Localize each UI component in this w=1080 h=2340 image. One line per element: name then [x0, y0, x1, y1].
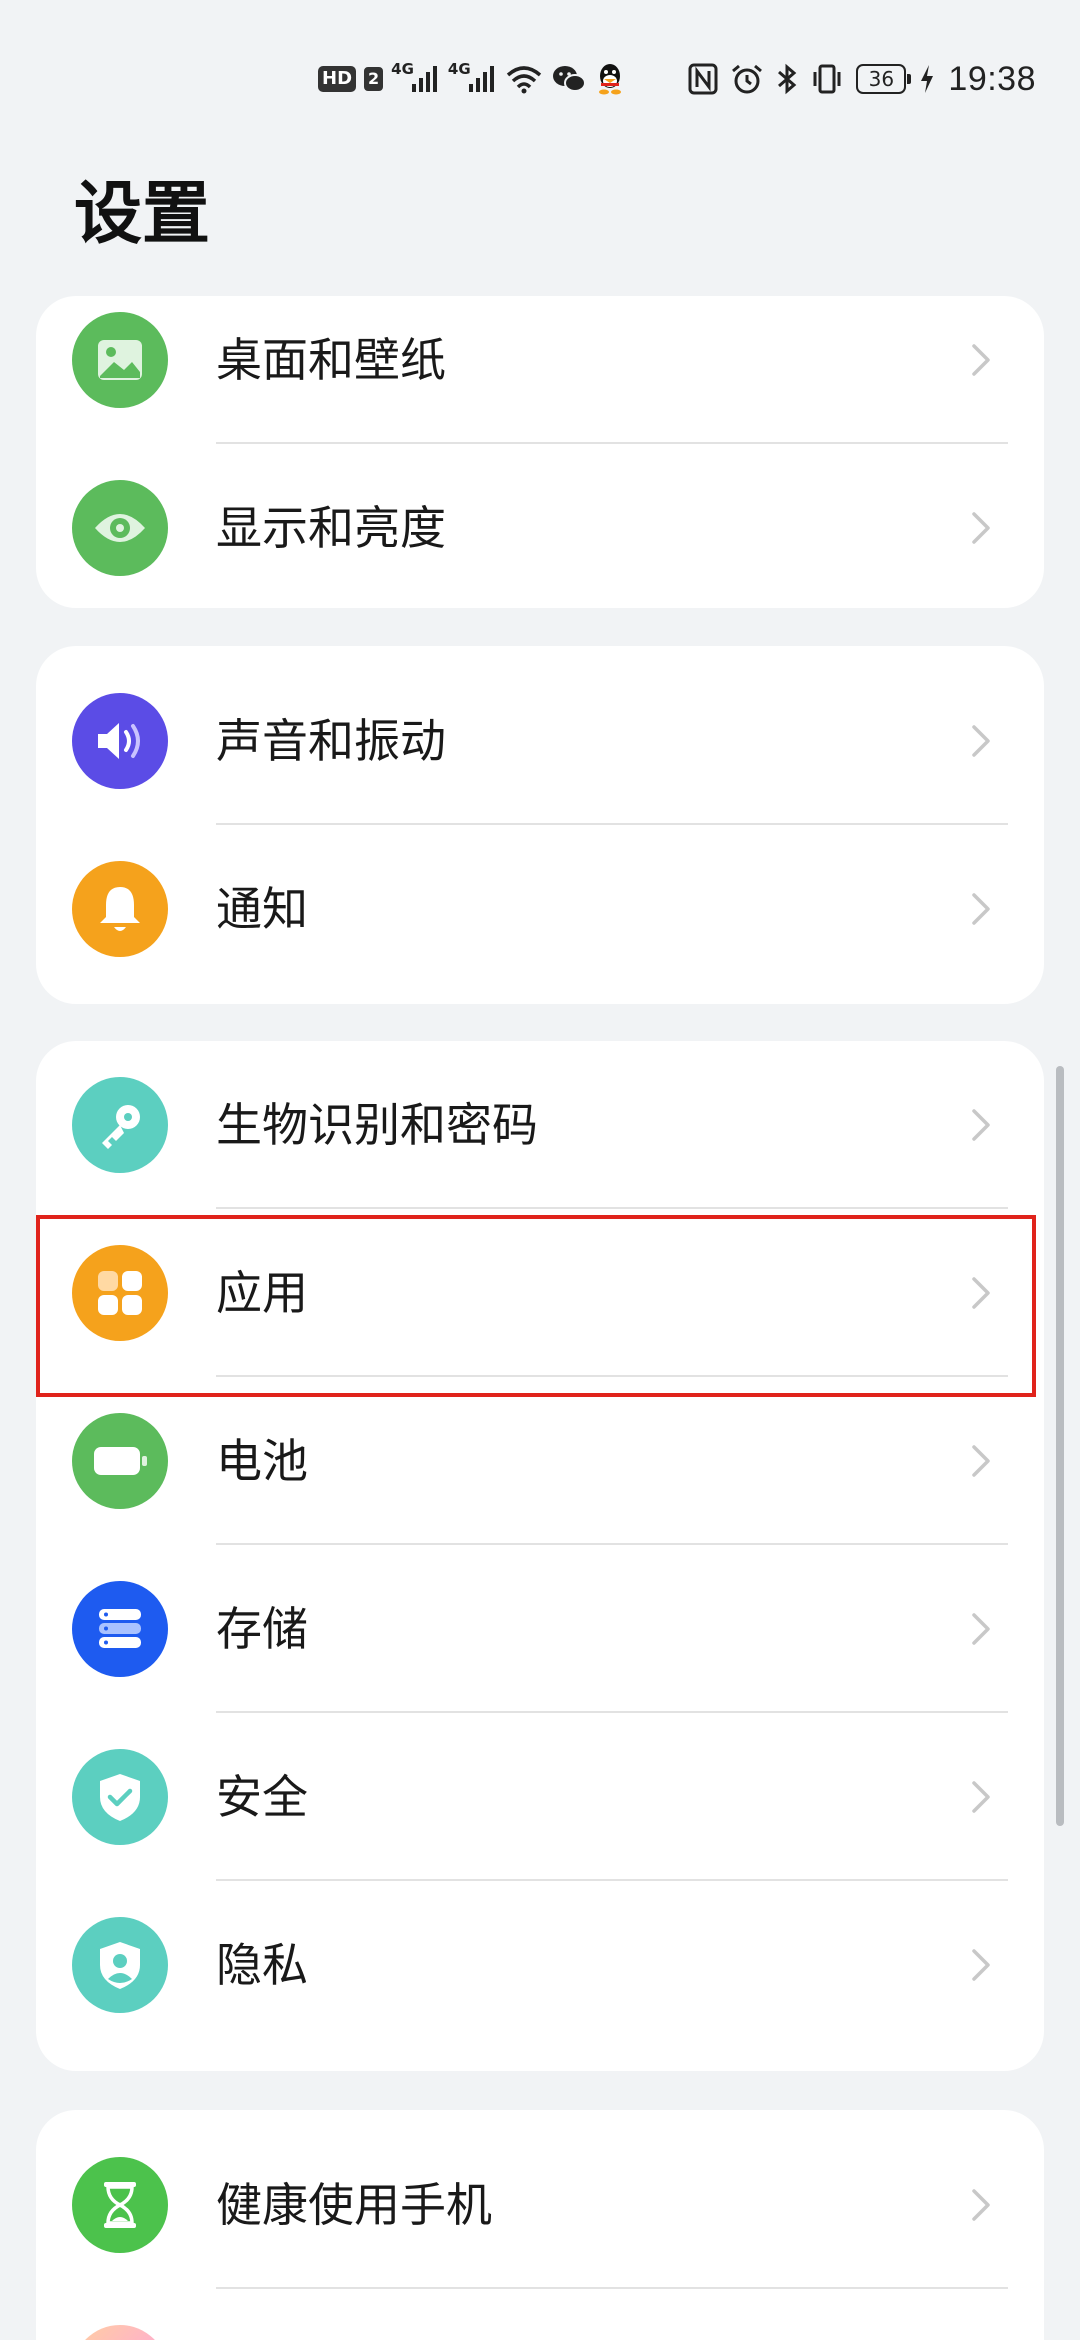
- privacy-shield-icon: [72, 1917, 168, 2013]
- chevron-right-icon: [972, 893, 990, 925]
- settings-item-sound[interactable]: 声音和振动: [36, 657, 1044, 825]
- settings-item-label: 生物识别和密码: [216, 1098, 538, 1152]
- clock: 19:38: [948, 59, 1036, 98]
- chevron-right-icon: [972, 1949, 990, 1981]
- wifi-icon: [505, 64, 543, 94]
- battery-level-icon: 36: [856, 64, 912, 94]
- bell-icon: [72, 861, 168, 957]
- signal-2-icon: 4G: [448, 60, 497, 94]
- battery-icon: [72, 1413, 168, 1509]
- status-left-group: HD 2 4G 4G: [318, 54, 625, 104]
- settings-item-label: 电池: [216, 1434, 308, 1488]
- settings-group-system: 生物识别和密码 应用 电池 存储 安全 隐私: [36, 1041, 1044, 2071]
- settings-item-digital-balance[interactable]: 健康使用手机: [36, 2121, 1044, 2289]
- settings-item-label: 隐私: [216, 1938, 308, 1992]
- apps-icon: [72, 1245, 168, 1341]
- chevron-right-icon: [972, 512, 990, 544]
- settings-item-label: 声音和振动: [216, 714, 446, 768]
- settings-item-battery[interactable]: 电池: [36, 1377, 1044, 1545]
- settings-item-label: 显示和亮度: [216, 501, 446, 555]
- network-type-2: 4G: [447, 60, 471, 78]
- assistant-icon: [72, 2325, 168, 2340]
- hd-voice-icon: HD: [318, 66, 357, 92]
- settings-group-display: 桌面和壁纸 显示和亮度: [36, 296, 1044, 608]
- settings-item-label: 存储: [216, 1602, 308, 1656]
- alarm-icon: [730, 63, 764, 95]
- settings-group-sound: 声音和振动 通知: [36, 646, 1044, 1004]
- settings-item-notifications[interactable]: 通知: [36, 825, 1044, 993]
- status-bar: HD 2 4G 4G 36 19:38: [0, 0, 1080, 150]
- chevron-right-icon: [972, 1445, 990, 1477]
- nfc-icon: [688, 63, 718, 95]
- settings-item-display[interactable]: 显示和亮度: [36, 444, 1044, 608]
- chevron-right-icon: [972, 2189, 990, 2221]
- qq-icon: [595, 62, 625, 96]
- settings-item-security[interactable]: 安全: [36, 1713, 1044, 1881]
- settings-item-privacy[interactable]: 隐私: [36, 1881, 1044, 2049]
- sim-2-icon: 2: [364, 67, 384, 91]
- chevron-right-icon: [972, 1277, 990, 1309]
- wallpaper-icon: [72, 312, 168, 408]
- speaker-icon: [72, 693, 168, 789]
- charging-icon: [918, 63, 936, 95]
- status-right-group: 36 19:38: [688, 54, 1036, 104]
- chevron-right-icon: [972, 1781, 990, 1813]
- settings-group-wellbeing: 健康使用手机: [36, 2110, 1044, 2340]
- settings-item-biometrics[interactable]: 生物识别和密码: [36, 1041, 1044, 1209]
- settings-item-label: 健康使用手机: [216, 2178, 492, 2232]
- settings-item-storage[interactable]: 存储: [36, 1545, 1044, 1713]
- key-icon: [72, 1077, 168, 1173]
- eye-icon: [72, 480, 168, 576]
- settings-item-wallpaper[interactable]: 桌面和壁纸: [36, 296, 1044, 444]
- storage-icon: [72, 1581, 168, 1677]
- chevron-right-icon: [972, 1613, 990, 1645]
- settings-item-partial[interactable]: [36, 2289, 1044, 2340]
- chevron-right-icon: [972, 1109, 990, 1141]
- signal-1-icon: 4G: [391, 60, 440, 94]
- settings-item-label: 安全: [216, 1770, 308, 1824]
- wechat-icon: [551, 64, 587, 94]
- settings-item-label: 通知: [216, 882, 308, 936]
- page-title: 设置: [74, 175, 211, 254]
- network-type-1: 4G: [391, 60, 414, 78]
- bluetooth-icon: [776, 63, 798, 95]
- chevron-right-icon: [972, 344, 990, 376]
- settings-item-apps[interactable]: 应用: [36, 1209, 1044, 1377]
- hourglass-icon: [72, 2157, 168, 2253]
- settings-item-label: 应用: [216, 1266, 308, 1320]
- chevron-right-icon: [972, 725, 990, 757]
- scrollbar[interactable]: [1056, 1066, 1064, 1826]
- settings-item-label: 桌面和壁纸: [216, 333, 446, 387]
- vibrate-icon: [810, 63, 844, 95]
- shield-check-icon: [72, 1749, 168, 1845]
